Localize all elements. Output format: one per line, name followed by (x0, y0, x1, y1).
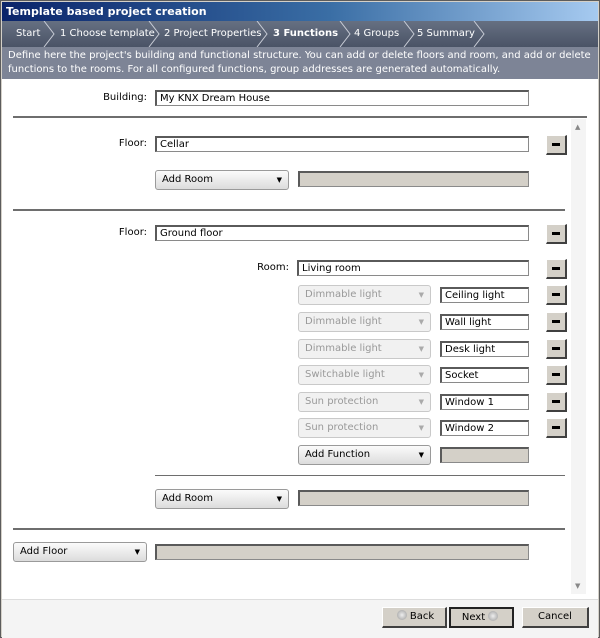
chevron-down-icon: ▼ (418, 424, 424, 432)
function-name-input[interactable]: Socket (440, 367, 529, 383)
divider (13, 528, 565, 530)
function-name-input[interactable]: Window 1 (440, 394, 529, 410)
delete-function-button[interactable] (546, 312, 567, 332)
function-type-dropdown: Sun protection ▼ (298, 418, 431, 438)
chevron-down-icon: ▼ (276, 495, 282, 503)
function-name-input[interactable]: Window 2 (440, 420, 529, 436)
building-name-input[interactable]: My KNX Dream House (155, 90, 529, 106)
minus-icon (552, 347, 560, 350)
window-title: Template based project creation (2, 2, 598, 21)
add-floor-dropdown[interactable]: Add Floor ▼ (13, 542, 147, 562)
function-type-label: Sun protection (305, 422, 379, 433)
function-type-label: Dimmable light (305, 343, 382, 354)
chevron-down-icon: ▼ (276, 176, 282, 184)
divider (155, 475, 565, 476)
new-floor-name-input[interactable] (155, 544, 529, 560)
function-type-label: Dimmable light (305, 316, 382, 327)
building-label: Building: (103, 92, 147, 103)
chevron-down-icon: ▼ (418, 318, 424, 326)
new-room-name-input[interactable] (298, 490, 529, 506)
room-label: Room: (257, 262, 289, 273)
back-button[interactable]: Back (382, 607, 447, 628)
function-type-label: Dimmable light (305, 289, 382, 300)
add-floor-label: Add Floor (20, 546, 68, 557)
function-type-dropdown: Dimmable light ▼ (298, 285, 431, 305)
function-type-dropdown: Switchable light ▼ (298, 365, 431, 385)
new-function-name-input[interactable] (440, 447, 529, 463)
chevron-separator-icon (473, 21, 485, 47)
minus-icon (552, 143, 560, 146)
arrow-right-icon (488, 611, 499, 621)
wizard-window: Template based project creation Start 1 … (0, 0, 600, 638)
chevron-separator-icon (339, 21, 351, 47)
delete-floor-button[interactable] (546, 224, 567, 244)
minus-icon (552, 400, 560, 403)
chevron-down-icon: ▼ (418, 345, 424, 353)
function-name-input[interactable]: Ceiling light (440, 287, 529, 303)
divider (13, 209, 565, 211)
minus-icon (552, 232, 560, 235)
delete-function-button[interactable] (546, 418, 567, 438)
chevron-separator-icon (148, 21, 160, 47)
add-room-label: Add Room (162, 493, 214, 504)
scroll-down-icon[interactable]: ▼ (575, 582, 580, 590)
minus-icon (552, 267, 560, 270)
chevron-separator-icon (256, 21, 268, 47)
minus-icon (552, 373, 560, 376)
back-label: Back (409, 611, 435, 622)
chevron-down-icon: ▼ (418, 398, 424, 406)
add-room-label: Add Room (162, 174, 214, 185)
new-room-name-input[interactable] (298, 171, 529, 187)
function-name-input[interactable]: Desk light (440, 341, 529, 357)
function-type-label: Sun protection (305, 396, 379, 407)
next-label: Next (461, 612, 486, 623)
arrow-left-icon (396, 610, 407, 620)
step-project-properties[interactable]: 2 Project Properties (164, 21, 261, 47)
cancel-button[interactable]: Cancel (522, 607, 589, 628)
delete-floor-button[interactable] (546, 135, 567, 155)
step-description: Define here the project's building and f… (2, 47, 598, 79)
add-room-dropdown[interactable]: Add Room ▼ (155, 489, 289, 509)
floor-name-input[interactable]: Cellar (155, 136, 529, 152)
add-function-dropdown[interactable]: Add Function ▼ (298, 445, 431, 465)
divider (13, 116, 587, 118)
function-type-dropdown: Dimmable light ▼ (298, 312, 431, 332)
delete-function-button[interactable] (546, 285, 567, 305)
step-start[interactable]: Start (16, 21, 40, 47)
minus-icon (552, 426, 560, 429)
vertical-scrollbar[interactable]: ▲ ▼ (571, 119, 586, 594)
function-name-input[interactable]: Wall light (440, 314, 529, 330)
delete-room-button[interactable] (546, 259, 567, 279)
minus-icon (552, 320, 560, 323)
step-groups[interactable]: 4 Groups (354, 21, 399, 47)
chevron-separator-icon (43, 21, 55, 47)
next-button[interactable]: Next (449, 607, 514, 628)
chevron-down-icon: ▼ (418, 451, 424, 459)
room-name-input[interactable]: Living room (297, 260, 529, 276)
chevron-down-icon: ▼ (418, 291, 424, 299)
chevron-separator-icon (403, 21, 415, 47)
step-choose-template[interactable]: 1 Choose template (60, 21, 155, 47)
floor-label: Floor: (118, 227, 147, 238)
step-functions[interactable]: 3 Functions (273, 21, 338, 47)
delete-function-button[interactable] (546, 392, 567, 412)
add-room-dropdown[interactable]: Add Room ▼ (155, 170, 289, 190)
floor-name-input[interactable]: Ground floor (155, 225, 529, 241)
step-summary[interactable]: 5 Summary (417, 21, 475, 47)
wizard-steps: Start 1 Choose template 2 Project Proper… (2, 21, 598, 47)
function-type-label: Switchable light (305, 369, 385, 380)
chevron-down-icon: ▼ (418, 371, 424, 379)
floor-label: Floor: (118, 138, 147, 149)
delete-function-button[interactable] (546, 339, 567, 359)
add-function-label: Add Function (305, 449, 371, 460)
scroll-up-icon[interactable]: ▲ (575, 123, 580, 131)
minus-icon (552, 293, 560, 296)
chevron-down-icon: ▼ (134, 548, 140, 556)
function-type-dropdown: Sun protection ▼ (298, 392, 431, 412)
delete-function-button[interactable] (546, 365, 567, 385)
function-type-dropdown: Dimmable light ▼ (298, 339, 431, 359)
